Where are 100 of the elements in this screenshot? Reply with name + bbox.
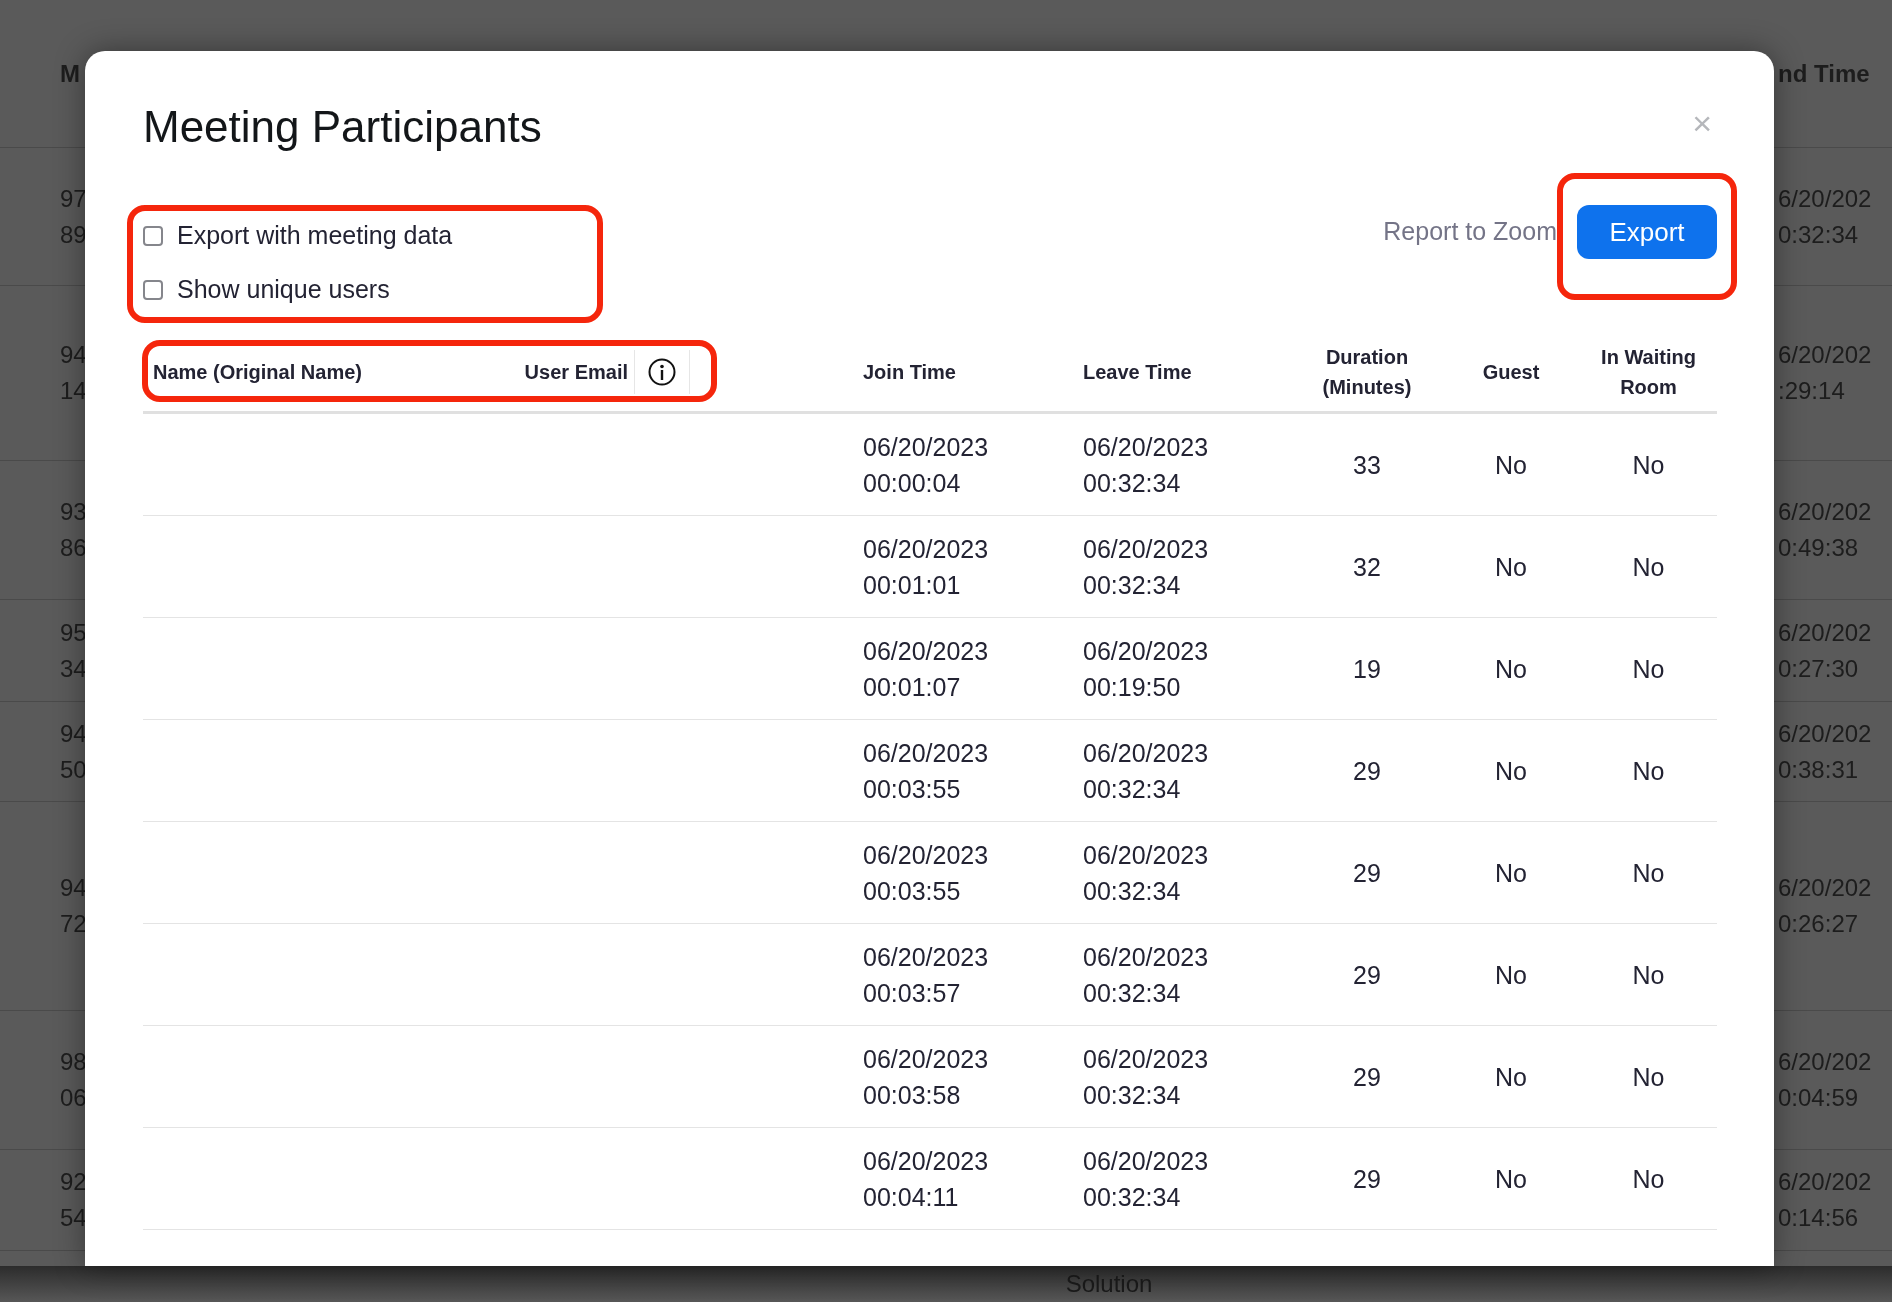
table-cell-text: 00:32:34 (1083, 1079, 1182, 1111)
table-cell-text: 0:27:30 (1778, 653, 1860, 684)
table-cell-text: No (1495, 1164, 1527, 1193)
column-header: M (60, 58, 80, 89)
table-cell-text: :29:14 (1778, 376, 1846, 406)
table-cell-text: 0:32:34 (1778, 219, 1860, 250)
table-cell-text: 6/20/202 (1778, 617, 1873, 648)
table-cell-text: 19 (1353, 654, 1381, 683)
table-cell-text: 06/20/2023 (1083, 1043, 1210, 1075)
table-cell-text: 00:32:34 (1083, 569, 1182, 601)
table-cell-text: 06/20/2023 (1083, 941, 1210, 973)
table-cell-text: 6/20/202 (1778, 183, 1873, 214)
table-cell-text: 29 (1353, 1164, 1381, 1193)
table-cell-text: 00:03:57 (863, 977, 962, 1009)
table-cell-text: No (1632, 450, 1665, 479)
table-cell-text: 95 (60, 617, 87, 648)
report-link[interactable]: Report to Zoom (1383, 213, 1557, 251)
table-cell-text: No (1632, 960, 1665, 989)
checkbox[interactable] (143, 226, 163, 246)
table-cell-text: 33 (1353, 450, 1381, 479)
table-cell-text: 06/20/2023 (863, 635, 990, 667)
table-cell-text: 0:04:59 (1778, 1083, 1860, 1113)
table-cell-text: 50 (60, 754, 87, 785)
table-cell-text: No (1495, 858, 1527, 887)
table-cell-text: No (1632, 858, 1665, 887)
table-cell-text: 94 (60, 873, 87, 903)
table-cell-text: 0:38:31 (1778, 754, 1860, 785)
table-cell-text: 06/20/2023 (1083, 839, 1210, 871)
table-cell-text: 0:14:56 (1778, 1203, 1860, 1233)
table-cell-text: 06/20/2023 (1083, 1145, 1210, 1177)
table-cell-text: No (1632, 1062, 1665, 1091)
table-cell-text: 06/20/2023 (1083, 431, 1210, 463)
table-cell-text: 00:03:55 (863, 773, 962, 805)
table-cell-text: 0:49:38 (1778, 533, 1860, 563)
table-cell-text: 6/20/202 (1778, 1047, 1873, 1077)
table-cell-text: 6/20/202 (1778, 340, 1873, 370)
table-cell-text: 00:00:04 (863, 467, 962, 499)
table-cell-text: 06/20/2023 (863, 1043, 990, 1075)
table-cell-text: 06/20/2023 (1083, 635, 1210, 667)
column-header: Name (Original Name) (153, 361, 362, 383)
checkbox-label: Export with meeting data (177, 220, 453, 252)
table-cell-text: 14 (60, 376, 87, 406)
table-cell-text: No (1495, 960, 1527, 989)
checkbox-label: Show unique users (177, 274, 390, 306)
table-cell-text: 06/20/2023 (863, 533, 990, 565)
table-cell-text: No (1495, 654, 1527, 683)
table-cell-text: 34 (60, 653, 87, 684)
table-cell-text: 06/20/2023 (863, 941, 990, 973)
table-cell-text: 06 (60, 1083, 87, 1113)
dialog-title: Meeting Participants (143, 101, 542, 153)
table-cell-text: 86 (60, 533, 87, 563)
column-header: In Waiting Room (1601, 346, 1696, 398)
table-cell-text: 97 (60, 183, 87, 214)
export-button[interactable]: Export (1577, 205, 1717, 259)
table-cell-text: 92 (60, 1167, 87, 1197)
table-cell-text: No (1632, 1164, 1665, 1193)
table-cell-text: 94 (60, 340, 87, 370)
table-cell-text: 00:32:34 (1083, 1181, 1182, 1213)
table-cell-text: 0:26:27 (1778, 909, 1860, 939)
table-cell-text: 06/20/2023 (863, 839, 990, 871)
table-cell-text: No (1495, 1062, 1527, 1091)
table-cell-text: 00:01:07 (863, 671, 962, 703)
table-cell-text: 00:32:34 (1083, 875, 1182, 907)
table-cell-text: 00:03:55 (863, 875, 962, 907)
table-cell-text: 6/20/202 (1778, 497, 1873, 527)
table-cell-text: 32 (1353, 552, 1381, 581)
table-cell-text: 06/20/2023 (1083, 533, 1210, 565)
table-cell-text: 00:01:01 (863, 569, 962, 601)
table-cell-text: 00:32:34 (1083, 467, 1182, 499)
table-cell-text: 6/20/202 (1778, 1167, 1873, 1197)
table-cell-text: No (1495, 552, 1527, 581)
table-cell-text: 98 (60, 1047, 87, 1077)
column-header: Leave Time (1083, 361, 1192, 383)
table-cell-text: 00:32:34 (1083, 977, 1182, 1009)
table-cell-text: No (1495, 756, 1527, 785)
table-cell-text: 6/20/202 (1778, 718, 1873, 749)
table-cell-text: 6/20/202 (1778, 873, 1873, 903)
table-cell-text: 00:19:50 (1083, 671, 1182, 703)
table-cell-text: No (1632, 552, 1665, 581)
table-cell-text: 00:03:58 (863, 1079, 962, 1111)
checkbox[interactable] (143, 280, 163, 300)
column-header: User Email (524, 360, 628, 385)
table-cell-text: No (1632, 756, 1665, 785)
table-cell-text: 06/20/2023 (863, 1145, 990, 1177)
table-cell-text: 06/20/2023 (1083, 737, 1210, 769)
info-icon[interactable] (647, 357, 677, 387)
column-header: nd Time (1778, 58, 1871, 89)
table-cell-text: 72 (60, 909, 87, 939)
column-header: Guest (1482, 361, 1540, 383)
table-cell-text: 29 (1353, 1062, 1381, 1091)
table-cell-text: 94 (60, 718, 87, 749)
table-cell-text: 93 (60, 497, 87, 527)
table-cell-text: 89 (60, 219, 87, 250)
table-cell-text: 54 (60, 1203, 87, 1233)
table-cell-text: 29 (1353, 960, 1381, 989)
column-header: Duration (Minutes) (1322, 346, 1412, 398)
table-cell-text: No (1495, 450, 1527, 479)
table-cell-text: 29 (1353, 858, 1381, 887)
table-cell-text: No (1632, 654, 1665, 683)
table-cell-text: 06/20/2023 (863, 737, 990, 769)
